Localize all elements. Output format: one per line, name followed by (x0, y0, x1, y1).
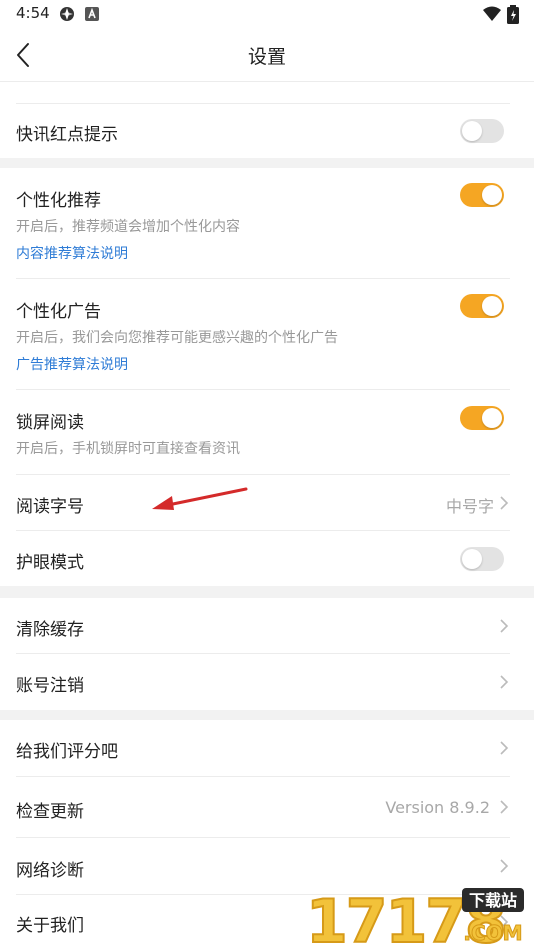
setting-label: 网络诊断 (16, 861, 84, 881)
chevron-right-icon (500, 741, 509, 755)
svg-text:下载站: 下载站 (469, 891, 517, 910)
setting-row-account-cancel[interactable]: 账号注销 (0, 654, 534, 710)
setting-row-font-size[interactable]: 阅读字号 中号字 (0, 475, 534, 530)
a-box-icon (85, 7, 99, 21)
setting-label: 给我们评分吧 (16, 742, 118, 762)
lockscreen-reading-toggle[interactable] (460, 406, 504, 430)
setting-label: 个性化广告 (16, 302, 101, 322)
chevron-right-icon (500, 496, 509, 510)
setting-description: 开启后，我们会向您推荐可能更感兴趣的个性化广告 (16, 330, 338, 346)
setting-label: 快讯红点提示 (16, 125, 118, 145)
setting-label: 检查更新 (16, 802, 84, 822)
chevron-right-icon (500, 859, 509, 873)
setting-row-lockscreen-reading: 锁屏阅读 开启后，手机锁屏时可直接查看资讯 (0, 390, 534, 474)
ads-algorithm-link[interactable]: 广告推荐算法说明 (16, 354, 128, 374)
setting-label: 账号注销 (16, 676, 84, 696)
setting-row-rate-us[interactable]: 给我们评分吧 (0, 720, 534, 776)
font-size-value: 中号字 (445, 497, 494, 516)
chevron-right-icon (500, 800, 509, 814)
chevron-right-icon (500, 619, 509, 633)
section-gap (0, 710, 534, 720)
section-gap (0, 586, 534, 598)
page-title: 设置 (247, 46, 286, 68)
wifi-icon (483, 6, 501, 21)
toggle-knob (482, 296, 502, 316)
setting-label: 关于我们 (16, 916, 84, 936)
toggle-knob (462, 549, 482, 569)
toggle-knob (462, 121, 482, 141)
setting-label: 阅读字号 (16, 497, 84, 517)
gear-icon (60, 7, 74, 21)
battery-icon (507, 5, 519, 24)
app-version: Version 8.9.2 (385, 798, 490, 817)
partial-row (0, 82, 534, 104)
toggle-knob (482, 185, 502, 205)
setting-description: 开启后，手机锁屏时可直接查看资讯 (16, 441, 240, 457)
setting-label: 清除缓存 (16, 620, 84, 640)
quick-news-dot-toggle[interactable] (460, 119, 504, 143)
personalized-recommend-toggle[interactable] (460, 183, 504, 207)
setting-row-eye-care[interactable]: 护眼模式 (0, 531, 534, 586)
svg-text:.COM: .COM (463, 921, 522, 945)
setting-row-personalized-recommend: 个性化推荐 开启后，推荐频道会增加个性化内容 内容推荐算法说明 (0, 168, 534, 278)
setting-row-quick-news-dot[interactable]: 快讯红点提示 (0, 104, 534, 158)
nav-bar: 设置 (0, 28, 534, 82)
setting-description: 开启后，推荐频道会增加个性化内容 (16, 219, 240, 235)
setting-row-clear-cache[interactable]: 清除缓存 (0, 598, 534, 653)
status-time: 4:54 (16, 4, 50, 22)
chevron-right-icon (500, 675, 509, 689)
setting-row-personalized-ads: 个性化广告 开启后，我们会向您推荐可能更感兴趣的个性化广告 广告推荐算法说明 (0, 279, 534, 389)
setting-label: 个性化推荐 (16, 191, 101, 211)
personalized-ads-toggle[interactable] (460, 294, 504, 318)
setting-label: 锁屏阅读 (16, 413, 84, 433)
eye-care-toggle[interactable] (460, 547, 504, 571)
setting-row-check-update[interactable]: 检查更新 Version 8.9.2 (0, 777, 534, 837)
status-bar: 4:54 (0, 0, 534, 28)
setting-label: 护眼模式 (16, 553, 84, 573)
site-watermark-logo: 17178 下载站 .COM (305, 884, 526, 950)
recommend-algorithm-link[interactable]: 内容推荐算法说明 (16, 243, 128, 263)
section-gap (0, 158, 534, 168)
toggle-knob (482, 408, 502, 428)
annotation-arrow-icon (152, 487, 248, 510)
